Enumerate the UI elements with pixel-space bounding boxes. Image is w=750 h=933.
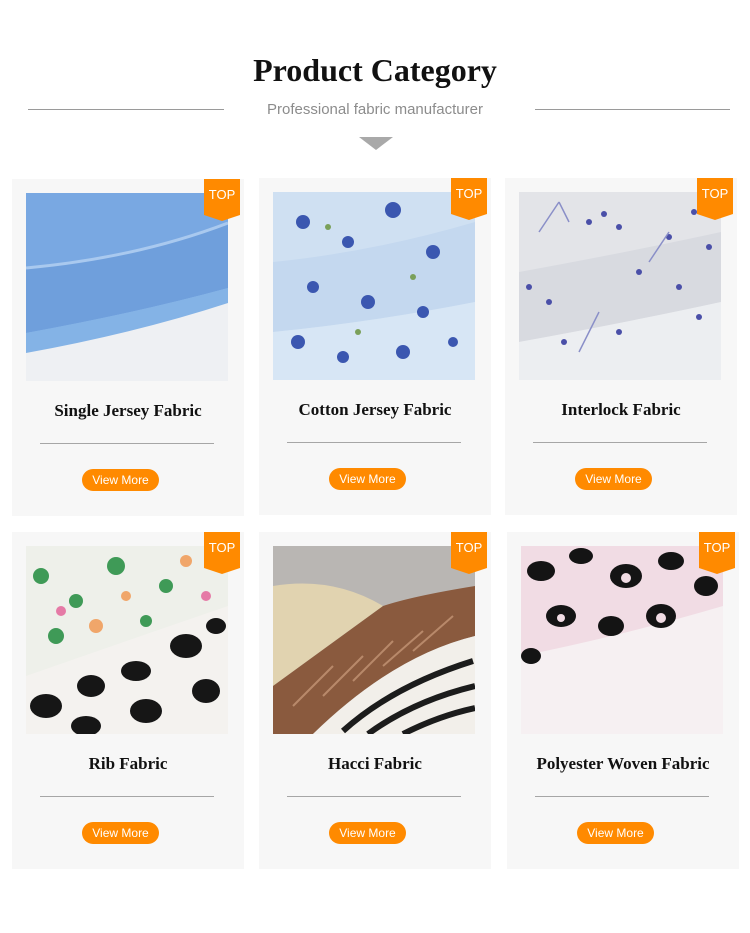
card-title[interactable]: Polyester Woven Fabric bbox=[507, 754, 739, 774]
top-badge: TOP bbox=[204, 532, 240, 574]
top-badge: TOP bbox=[451, 178, 487, 220]
product-image-cotton-jersey[interactable] bbox=[273, 192, 475, 380]
product-image-single-jersey[interactable] bbox=[26, 193, 228, 381]
card-divider bbox=[533, 442, 707, 443]
view-more-button[interactable]: View More bbox=[329, 468, 406, 490]
top-badge: TOP bbox=[204, 179, 240, 221]
view-more-button[interactable]: View More bbox=[329, 822, 406, 844]
product-card-hacci[interactable]: TOP Hacci Fabric View More bbox=[259, 532, 491, 869]
card-divider bbox=[40, 796, 214, 797]
product-card-single-jersey[interactable]: TOP Single Jersey Fabric View More bbox=[12, 179, 244, 516]
top-badge: TOP bbox=[699, 532, 735, 574]
product-image-interlock[interactable] bbox=[519, 192, 721, 380]
product-image-polyester-woven[interactable] bbox=[521, 546, 723, 734]
page-title: Product Category bbox=[253, 52, 497, 88]
section-header: Product Category Professional fabric man… bbox=[0, 0, 750, 160]
card-divider bbox=[535, 796, 709, 797]
card-title[interactable]: Hacci Fabric bbox=[259, 754, 491, 774]
view-more-button[interactable]: View More bbox=[577, 822, 654, 844]
view-more-button[interactable]: View More bbox=[575, 468, 652, 490]
product-image-hacci[interactable] bbox=[273, 546, 475, 734]
card-title[interactable]: Rib Fabric bbox=[12, 754, 244, 774]
product-image-rib[interactable] bbox=[26, 546, 228, 734]
header-divider-right bbox=[535, 109, 730, 110]
card-divider bbox=[287, 796, 461, 797]
product-card-cotton-jersey[interactable]: TOP Cotton Jersey Fabric View More bbox=[259, 178, 491, 515]
product-card-polyester-woven[interactable]: TOP Polyester Woven Fabric View More bbox=[507, 532, 739, 869]
view-more-button[interactable]: View More bbox=[82, 822, 159, 844]
top-badge: TOP bbox=[451, 532, 487, 574]
view-more-button[interactable]: View More bbox=[82, 469, 159, 491]
product-card-interlock[interactable]: TOP Interlock Fabric View More bbox=[505, 178, 737, 515]
card-divider bbox=[287, 442, 461, 443]
card-title[interactable]: Single Jersey Fabric bbox=[12, 401, 244, 421]
down-arrow-icon bbox=[359, 137, 393, 150]
card-title[interactable]: Cotton Jersey Fabric bbox=[259, 400, 491, 420]
card-title[interactable]: Interlock Fabric bbox=[505, 400, 737, 420]
card-divider bbox=[40, 443, 214, 444]
product-card-rib[interactable]: TOP Rib Fabric View More bbox=[12, 532, 244, 869]
top-badge: TOP bbox=[697, 178, 733, 220]
